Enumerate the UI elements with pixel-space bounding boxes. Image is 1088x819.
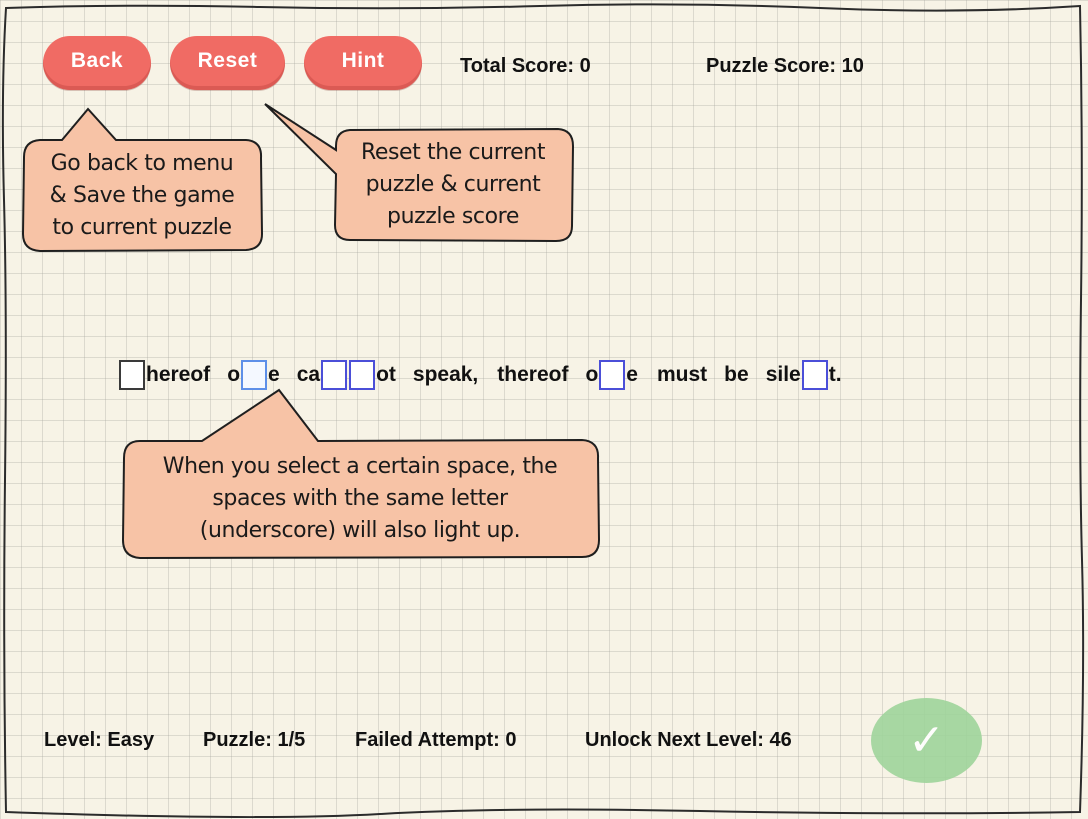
callout-line: puzzle score [387,204,519,229]
puzzle-word: ca ot [297,360,396,390]
callout-line: When you select a certain space, the [162,454,558,479]
callout-line: Reset the current [360,140,546,165]
callout-line: (underscore) will also light up. [199,518,521,543]
callout-line: to current puzzle [52,215,232,240]
puzzle-word: must [657,363,707,387]
callout-line: & Save the game [49,183,235,208]
word-fragment: hereof [146,363,211,386]
puzzle-word: speak, [413,363,478,387]
level-status: Level: Easy [44,729,155,751]
callout-line: puzzle & current [365,172,541,197]
word-fragment: o [227,363,241,386]
word-fragment: ot [376,363,396,386]
paper-border [1,3,1085,819]
paper-frame [1,3,1085,819]
failed-attempts: Failed Attempt: 0 [355,729,517,751]
back-callout-text: Go back to menu & Save the game to curre… [26,148,258,244]
puzzle-score: Puzzle Score: 10 [706,55,864,77]
puzzle-progress: Puzzle: 1/5 [203,729,306,751]
unlock-next-level: Unlock Next Level: 46 [585,729,792,751]
reset-button-label: Reset [197,49,258,72]
total-score: Total Score: 0 [460,55,591,77]
word-fragment: e [626,363,638,386]
reset-button[interactable]: Reset [170,36,285,90]
letter-slot[interactable] [599,360,626,390]
puzzle-word: hereof [118,360,210,390]
letter-slot-selected[interactable] [241,360,268,390]
callout-line: Go back to menu [50,151,234,176]
hint-button[interactable]: Hint [304,36,422,90]
word-fragment: sile [765,363,801,386]
submit-button[interactable]: ✓ [871,698,982,783]
word-fragment: e [268,363,280,386]
puzzle-word: thereof [497,363,568,387]
back-button[interactable]: Back [43,36,151,90]
puzzle-word: oe [585,360,638,390]
puzzle-word: be [724,363,749,387]
word-fragment: must [656,363,708,386]
space-callout-text: When you select a certain space, the spa… [126,451,594,547]
hint-button-label: Hint [341,49,385,72]
reset-callout-text: Reset the current puzzle & current puzzl… [336,137,570,233]
word-fragment: ca [296,363,321,386]
callout-line: spaces with the same letter [212,486,508,511]
back-button-label: Back [70,49,124,72]
word-fragment: t. [828,363,842,386]
letter-slot[interactable] [321,360,348,390]
letter-slot[interactable] [801,360,828,390]
checkmark-icon: ✓ [908,716,945,765]
word-fragment: be [724,363,749,386]
word-fragment: o [585,363,599,386]
puzzle-word: sile t. [766,360,842,390]
letter-slot[interactable] [119,360,145,390]
letter-slot[interactable] [349,360,376,390]
puzzle-word: oe [227,360,280,390]
word-fragment: thereof [497,363,569,386]
cryptogram-sentence: hereof oe ca ot speak, thereof oe must be… [118,358,842,392]
word-fragment: speak, [412,363,479,386]
